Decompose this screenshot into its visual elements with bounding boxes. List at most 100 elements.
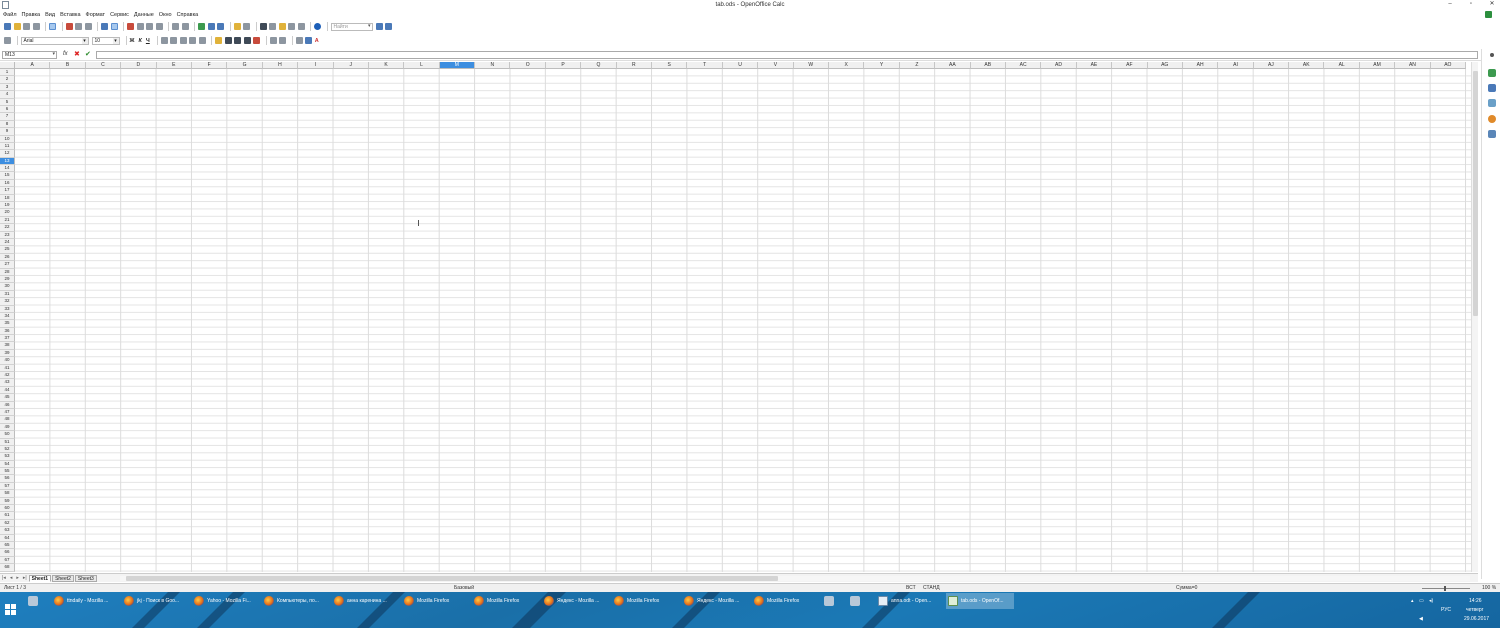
increase-indent-icon[interactable] — [279, 37, 287, 44]
row-header[interactable]: 15 — [0, 172, 15, 180]
menu-data[interactable]: Данные — [134, 12, 154, 18]
merge-cells-icon[interactable] — [198, 37, 206, 44]
column-header[interactable]: AA — [935, 62, 971, 69]
row-header[interactable]: 40 — [0, 357, 15, 365]
styles-icon[interactable] — [4, 37, 11, 44]
next-sheet-icon[interactable]: ▸ — [16, 575, 19, 581]
menu-view[interactable]: Вид — [45, 12, 55, 18]
row-header[interactable]: 44 — [0, 386, 15, 395]
column-header[interactable]: Q — [581, 62, 617, 69]
row-header[interactable]: 10 — [0, 135, 15, 143]
row-header[interactable]: 35 — [0, 320, 15, 328]
tray-arrow-icon[interactable]: ▴ — [1411, 598, 1414, 604]
bold-button[interactable]: Ж — [130, 38, 135, 44]
insert-mode[interactable]: ВСТ — [906, 584, 916, 592]
row-header[interactable]: 62 — [0, 519, 15, 528]
row-header[interactable]: 58 — [0, 490, 15, 498]
export-pdf-icon[interactable] — [65, 23, 73, 30]
row-header[interactable]: 55 — [0, 468, 15, 476]
row-header[interactable]: 68 — [0, 564, 15, 572]
start-button[interactable] — [5, 604, 16, 615]
row-header[interactable]: 25 — [0, 246, 15, 254]
cut-icon[interactable] — [127, 23, 134, 30]
find-next-icon[interactable] — [375, 23, 383, 30]
row-header[interactable]: 52 — [0, 445, 15, 454]
row-header[interactable]: 8 — [0, 120, 15, 129]
column-header[interactable]: U — [722, 62, 759, 69]
column-header[interactable]: O — [510, 62, 546, 69]
open-icon[interactable] — [13, 23, 21, 30]
styles-formatting-icon[interactable] — [1488, 84, 1496, 92]
column-header[interactable]: AB — [970, 62, 1006, 69]
first-sheet-icon[interactable]: |◂ — [2, 575, 6, 581]
row-header[interactable]: 34 — [0, 312, 15, 321]
taskbar-item[interactable]: Mozilla Firefox — [612, 593, 680, 609]
column-header[interactable]: AL — [1324, 62, 1360, 69]
row-header[interactable]: 59 — [0, 497, 15, 506]
menu-format[interactable]: Формат — [86, 12, 106, 18]
undo-icon[interactable] — [172, 23, 179, 30]
column-header[interactable]: AJ — [1253, 62, 1290, 69]
tab-sheet2[interactable]: Sheet2 — [52, 574, 74, 582]
autocheck-icon[interactable] — [110, 23, 118, 30]
sum-display[interactable]: Сумма=0 — [1176, 584, 1197, 592]
column-header[interactable]: Z — [899, 62, 936, 69]
column-header[interactable]: AO — [1430, 62, 1467, 69]
find-input[interactable]: Найти — [330, 22, 373, 31]
column-header[interactable]: E — [156, 62, 192, 69]
properties-icon[interactable] — [1488, 69, 1496, 77]
row-header[interactable]: 57 — [0, 482, 15, 491]
column-header[interactable]: J — [333, 62, 369, 69]
row-header[interactable]: 46 — [0, 401, 15, 409]
close-button[interactable]: ✕ — [1488, 0, 1496, 10]
print-preview-icon[interactable] — [84, 23, 92, 30]
menu-tools[interactable]: Сервис — [110, 12, 129, 18]
column-header[interactable]: S — [652, 62, 688, 69]
row-header[interactable]: 14 — [0, 165, 15, 173]
column-header[interactable]: D — [121, 62, 157, 69]
row-header[interactable]: 47 — [0, 408, 15, 417]
taskbar-item[interactable]: Яндекс - Mozilla ... — [542, 593, 610, 609]
row-header[interactable]: 9 — [0, 128, 15, 136]
row-header[interactable]: 67 — [0, 556, 15, 565]
row-header[interactable]: 31 — [0, 290, 15, 299]
taskbar-item[interactable]: Яндекс - Mozilla ... — [682, 593, 750, 609]
row-header[interactable]: 22 — [0, 224, 15, 232]
zoom-level[interactable]: 100 % — [1482, 584, 1496, 592]
column-header[interactable]: H — [262, 62, 299, 69]
zoom-icon[interactable] — [297, 23, 305, 30]
row-header[interactable]: 36 — [0, 327, 15, 336]
row-header[interactable]: 28 — [0, 268, 15, 276]
column-header[interactable]: AM — [1359, 62, 1396, 69]
sort-ascending-icon[interactable] — [207, 23, 215, 30]
gallery-sidebar-icon[interactable] — [1488, 99, 1496, 107]
row-header[interactable]: 64 — [0, 534, 15, 542]
column-header[interactable]: V — [758, 62, 794, 69]
function-wizard-icon[interactable]: fx — [63, 51, 68, 57]
decrease-indent-icon[interactable] — [269, 37, 277, 44]
column-header[interactable]: AC — [1005, 62, 1042, 69]
spellcheck-icon[interactable] — [101, 23, 108, 30]
taskbar-item[interactable]: Mozilla Firefox — [472, 593, 540, 609]
clone-format-icon[interactable] — [155, 23, 163, 30]
row-header[interactable]: 27 — [0, 261, 15, 269]
taskbar-item[interactable]: anna.odt - Open... — [876, 593, 944, 609]
justify-icon[interactable] — [189, 37, 197, 44]
row-header[interactable]: 45 — [0, 394, 15, 402]
edit-mode-icon[interactable] — [49, 23, 56, 30]
row-header[interactable]: 24 — [0, 238, 15, 247]
select-all-corner[interactable] — [0, 62, 15, 69]
row-header[interactable]: 11 — [0, 142, 15, 151]
align-right-icon[interactable] — [179, 37, 187, 44]
row-header[interactable]: 49 — [0, 423, 15, 432]
row-header[interactable]: 2 — [0, 76, 15, 84]
taskbar-item[interactable] — [822, 593, 842, 609]
column-header[interactable]: N — [475, 62, 511, 69]
row-header[interactable]: 50 — [0, 431, 15, 439]
menu-window[interactable]: Окно — [159, 12, 172, 18]
row-header[interactable]: 56 — [0, 475, 15, 483]
column-header[interactable]: B — [50, 62, 86, 69]
tab-sheet1[interactable]: Sheet1 — [28, 574, 52, 582]
row-header[interactable]: 38 — [0, 342, 15, 350]
background-color-icon[interactable] — [305, 37, 313, 44]
